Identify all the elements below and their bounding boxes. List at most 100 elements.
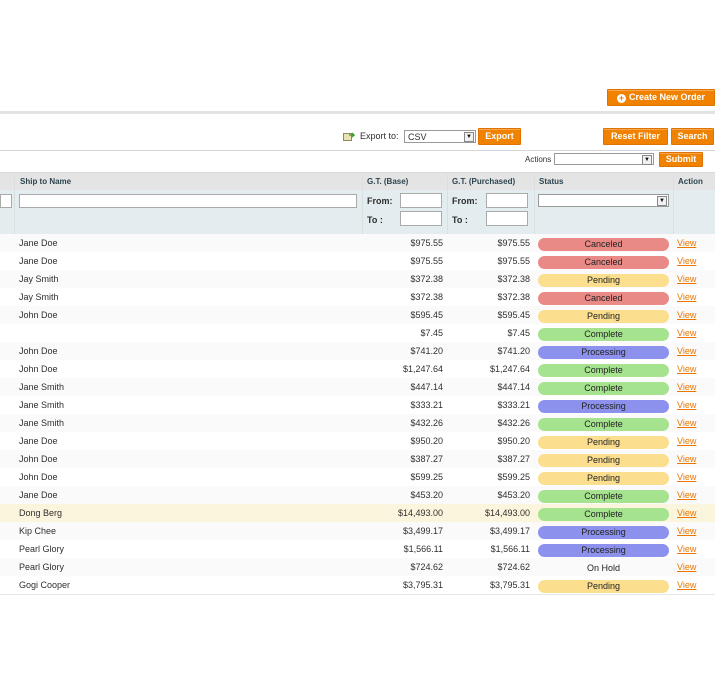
submit-button[interactable]: Submit	[659, 152, 703, 167]
table-row[interactable]: Jane Doe $950.20 $950.20 Pending View	[0, 432, 715, 451]
actions-select[interactable]: ▼	[554, 153, 654, 165]
filter-purchased-from-input[interactable]	[486, 193, 528, 208]
col-ship-to-name[interactable]: Ship to Name	[20, 177, 71, 186]
gt-base-cell: $453.20	[410, 490, 443, 500]
export-button[interactable]: Export	[478, 128, 521, 145]
table-row[interactable]: Jane Smith $432.26 $432.26 Complete View	[0, 414, 715, 433]
table-row[interactable]: Jane Smith $447.14 $447.14 Complete View	[0, 378, 715, 397]
table-row[interactable]: Pearl Glory $1,566.11 $1,566.11 Processing V…	[0, 540, 715, 559]
table-row[interactable]: Jane Smith $333.21 $333.21 Processing View	[0, 396, 715, 415]
gt-purchased-cell: $724.62	[497, 562, 530, 572]
table-row[interactable]: Jay Smith $372.38 $372.38 Pending View	[0, 270, 715, 289]
ship-to-name-cell: Jane Doe	[19, 436, 58, 446]
view-link[interactable]: View	[677, 490, 696, 500]
gt-base-cell: $1,247.64	[402, 364, 443, 374]
filter-row: From: To : From: To : ▼	[0, 190, 715, 235]
gt-base-cell: $333.21	[410, 400, 443, 410]
gt-base-cell: $950.20	[410, 436, 443, 446]
gt-base-cell: $3,499.17	[402, 526, 443, 536]
ship-to-name-cell: Jay Smith	[19, 274, 59, 284]
gt-purchased-cell: $3,499.17	[489, 526, 530, 536]
table-row[interactable]: John Doe $595.45 $595.45 Pending View	[0, 306, 715, 325]
gt-purchased-cell: $453.20	[497, 490, 530, 500]
status-badge: Complete	[538, 382, 669, 395]
table-row[interactable]: John Doe $599.25 $599.25 Pending View	[0, 468, 715, 487]
col-gt-base[interactable]: G.T. (Base)	[367, 177, 408, 186]
filter-base-from-input[interactable]	[400, 193, 442, 208]
view-link[interactable]: View	[677, 454, 696, 464]
view-link[interactable]: View	[677, 400, 696, 410]
reset-filter-button[interactable]: Reset Filter	[603, 128, 668, 145]
view-link[interactable]: View	[677, 310, 696, 320]
view-link[interactable]: View	[677, 544, 696, 554]
table-row[interactable]: Jay Smith $372.38 $372.38 Canceled View	[0, 288, 715, 307]
status-badge: Pending	[538, 472, 669, 485]
ship-to-name-cell: John Doe	[19, 454, 58, 464]
view-link[interactable]: View	[677, 562, 696, 572]
filter-purchased-from-label: From:	[452, 196, 478, 206]
filter-status-select[interactable]: ▼	[538, 194, 669, 207]
gt-base-cell: $599.25	[410, 472, 443, 482]
view-link[interactable]: View	[677, 292, 696, 302]
ship-to-name-cell: Jane Doe	[19, 238, 58, 248]
view-link[interactable]: View	[677, 346, 696, 356]
gt-base-cell: $1,566.11	[403, 544, 443, 554]
filter-base-to-input[interactable]	[400, 211, 442, 226]
view-link[interactable]: View	[677, 472, 696, 482]
export-icon	[343, 131, 356, 141]
export-format-select[interactable]: CSV ▼	[404, 130, 476, 143]
gt-base-cell: $372.38	[410, 292, 443, 302]
gt-base-cell: $372.38	[410, 274, 443, 284]
gt-base-cell: $724.62	[410, 562, 443, 572]
status-badge: Pending	[538, 454, 669, 467]
gt-purchased-cell: $432.26	[497, 418, 530, 428]
table-row[interactable]: Gogi Cooper $3,795.31 $3,795.31 Pending View	[0, 576, 715, 595]
gt-purchased-cell: $975.55	[497, 256, 530, 266]
status-badge: Canceled	[538, 292, 669, 305]
table-row[interactable]: John Doe $387.27 $387.27 Pending View	[0, 450, 715, 469]
gt-base-cell: $595.45	[410, 310, 443, 320]
ship-to-name-cell: Jane Smith	[19, 400, 65, 410]
view-link[interactable]: View	[677, 580, 696, 590]
gt-purchased-cell: $447.14	[497, 382, 530, 392]
gt-purchased-cell: $1,247.64	[489, 364, 530, 374]
view-link[interactable]: View	[677, 418, 696, 428]
ship-to-name-cell: Dong Berg	[19, 508, 63, 518]
view-link[interactable]: View	[677, 508, 696, 518]
table-row[interactable]: Pearl Glory $724.62 $724.62 On Hold View	[0, 558, 715, 577]
table-row[interactable]: John Doe $1,247.64 $1,247.64 Complete View	[0, 360, 715, 379]
view-link[interactable]: View	[677, 526, 696, 536]
view-link[interactable]: View	[677, 382, 696, 392]
gt-purchased-cell: $741.20	[497, 346, 530, 356]
table-row[interactable]: John Doe $741.20 $741.20 Processing View	[0, 342, 715, 361]
status-badge: Processing	[538, 400, 669, 413]
view-link[interactable]: View	[677, 328, 696, 338]
col-gt-purchased[interactable]: G.T. (Purchased)	[452, 177, 515, 186]
table-row[interactable]: Kip Chee $3,499.17 $3,499.17 Processing View	[0, 522, 715, 541]
status-badge: Processing	[538, 544, 669, 557]
chevron-down-icon: ▼	[657, 196, 667, 206]
table-row[interactable]: Jane Doe $975.55 $975.55 Canceled View	[0, 252, 715, 271]
filter-ship-to-input[interactable]	[19, 194, 357, 208]
col-status[interactable]: Status	[539, 177, 563, 186]
gt-purchased-cell: $3,795.31	[489, 580, 530, 590]
view-link[interactable]: View	[677, 436, 696, 446]
filter-prev-input[interactable]	[0, 194, 12, 208]
ship-to-name-cell: John Doe	[19, 364, 58, 374]
view-link[interactable]: View	[677, 238, 696, 248]
create-new-order-button[interactable]: + Create New Order	[607, 89, 715, 106]
chevron-down-icon: ▼	[464, 132, 474, 142]
plus-circle-icon: +	[616, 93, 626, 103]
view-link[interactable]: View	[677, 364, 696, 374]
table-row[interactable]: $7.45 $7.45 Complete View	[0, 324, 715, 343]
export-format-value: CSV	[408, 132, 427, 142]
view-link[interactable]: View	[677, 274, 696, 284]
table-row[interactable]: Jane Doe $453.20 $453.20 Complete View	[0, 486, 715, 505]
status-badge: On Hold	[586, 563, 621, 573]
search-button[interactable]: Search	[671, 128, 714, 145]
gt-purchased-cell: $333.21	[497, 400, 530, 410]
table-row[interactable]: Dong Berg $14,493.00 $14,493.00 Complete Vie…	[0, 504, 715, 523]
filter-purchased-to-input[interactable]	[486, 211, 528, 226]
view-link[interactable]: View	[677, 256, 696, 266]
table-row[interactable]: Jane Doe $975.55 $975.55 Canceled View	[0, 234, 715, 253]
